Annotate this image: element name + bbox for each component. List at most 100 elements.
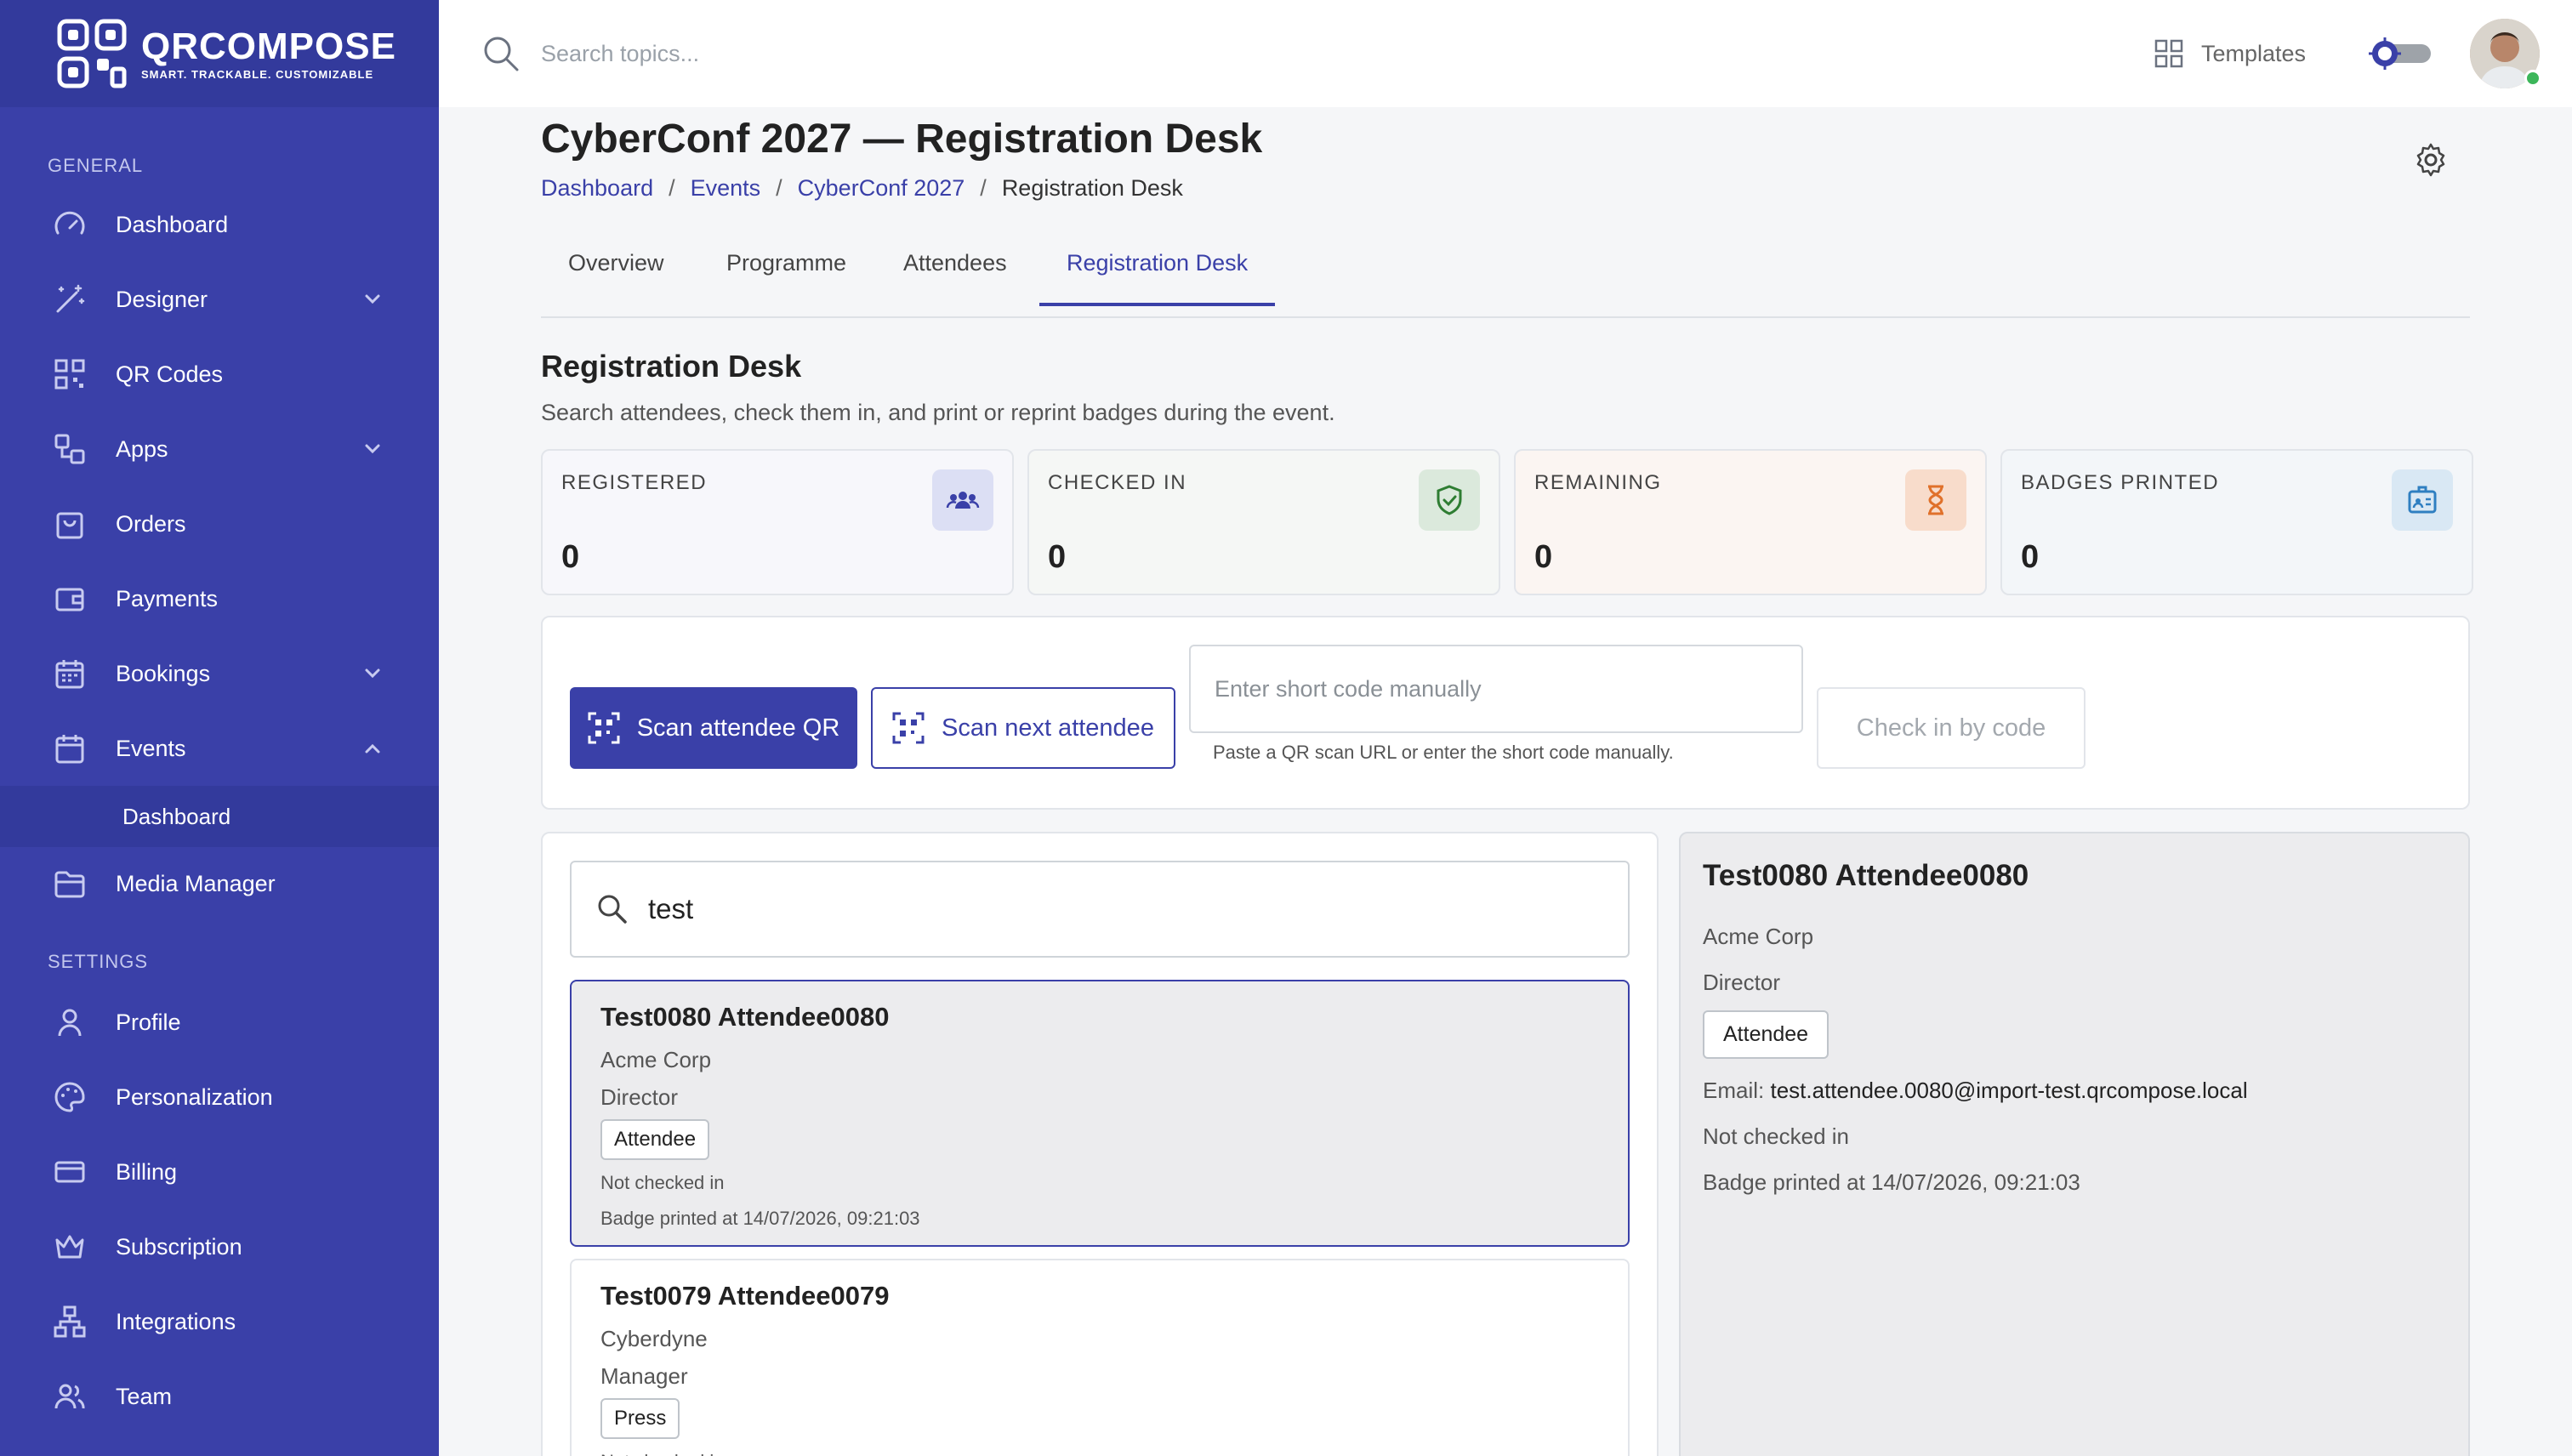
stat-value: 0 bbox=[561, 539, 580, 575]
attendee-name: Test0080 Attendee0080 bbox=[600, 1002, 890, 1032]
chevron-down-icon bbox=[365, 444, 380, 454]
topbar: Templates bbox=[439, 0, 2572, 107]
sidebar-item-label: Apps bbox=[116, 435, 168, 462]
sidebar-item-apps[interactable]: Apps bbox=[0, 415, 439, 483]
attendee-search[interactable] bbox=[570, 861, 1630, 958]
attendee-type-badge: Press bbox=[600, 1398, 680, 1439]
detail-email-value[interactable]: test.attendee.0080@import-test.qrcompose… bbox=[1770, 1078, 2247, 1103]
wallet-icon bbox=[55, 588, 84, 611]
qr-scan-icon bbox=[588, 712, 620, 744]
sidebar-item-media-manager[interactable]: Media Manager bbox=[0, 850, 439, 918]
breadcrumb-separator: / bbox=[669, 175, 675, 201]
attendee-company: Acme Corp bbox=[600, 1047, 712, 1072]
users-icon bbox=[932, 469, 993, 531]
stat-card-badges-printed: BADGES PRINTED 0 bbox=[2000, 449, 2473, 595]
brand[interactable]: QRCOMPOSE SMART. TRACKABLE. CUSTOMIZABLE bbox=[0, 0, 439, 107]
tab-attendees[interactable]: Attendees bbox=[876, 233, 1034, 306]
stat-card-checked-in: CHECKED IN 0 bbox=[1027, 449, 1500, 595]
sidebar-item-label: Billing bbox=[116, 1158, 178, 1185]
sidebar-item-label: Integrations bbox=[116, 1308, 236, 1334]
search-input[interactable] bbox=[541, 32, 1051, 75]
breadcrumb-current: Registration Desk bbox=[1001, 175, 1183, 201]
breadcrumb-events[interactable]: Events bbox=[691, 175, 761, 202]
magic-wand-icon bbox=[56, 284, 85, 313]
sidebar-item-designer[interactable]: Designer bbox=[0, 265, 439, 333]
templates-label: Templates bbox=[2201, 40, 2307, 66]
attendee-company: Cyberdyne bbox=[600, 1326, 708, 1351]
detail-company: Acme Corp bbox=[1703, 924, 1814, 949]
section-description: Search attendees, check them in, and pri… bbox=[541, 400, 1335, 425]
tab-programme[interactable]: Programme bbox=[699, 233, 873, 306]
tab-overview[interactable]: Overview bbox=[541, 233, 691, 306]
attendee-name: Test0079 Attendee0079 bbox=[600, 1281, 890, 1311]
detail-email-label: Email: bbox=[1703, 1078, 1765, 1103]
button-label: Scan next attendee bbox=[942, 714, 1154, 742]
sidebar-item-label: QR Codes bbox=[116, 361, 224, 387]
sidebar-item-bookings[interactable]: Bookings bbox=[0, 640, 439, 708]
online-status-indicator bbox=[2524, 70, 2541, 87]
attendee-card[interactable]: Test0080 Attendee0080 Acme Corp Director… bbox=[570, 980, 1630, 1247]
crown-icon bbox=[55, 1235, 84, 1259]
detail-name: Test0080 Attendee0080 bbox=[1703, 859, 2029, 892]
stat-label: REMAINING bbox=[1534, 471, 1662, 494]
sidebar-item-profile[interactable]: Profile bbox=[0, 988, 439, 1056]
credit-card-icon bbox=[54, 1161, 85, 1183]
hourglass-icon bbox=[1905, 469, 1966, 531]
scan-next-attendee-button[interactable]: Scan next attendee bbox=[871, 687, 1175, 769]
sidebar-item-team[interactable]: Team bbox=[0, 1362, 439, 1430]
tab-registration-desk[interactable]: Registration Desk bbox=[1039, 233, 1276, 306]
breadcrumb-separator: / bbox=[980, 175, 987, 201]
sidebar-item-qr-codes[interactable]: QR Codes bbox=[0, 340, 439, 408]
breadcrumb-dashboard[interactable]: Dashboard bbox=[541, 175, 653, 202]
qr-scan-icon bbox=[892, 712, 925, 744]
sidebar-item-label: Media Manager bbox=[116, 870, 276, 896]
short-code-hint: Paste a QR scan URL or enter the short c… bbox=[1213, 742, 1674, 763]
attendee-detail-panel: Test0080 Attendee0080 Acme Corp Director… bbox=[1679, 832, 2470, 1456]
attendee-checkin-status: Not checked in bbox=[600, 1172, 725, 1193]
apps-icon bbox=[54, 434, 85, 464]
brand-tagline: SMART. TRACKABLE. CUSTOMIZABLE bbox=[141, 67, 374, 81]
palette-icon bbox=[54, 1082, 85, 1112]
sidebar-item-dashboard[interactable]: Dashboard bbox=[0, 191, 439, 259]
stat-label: REGISTERED bbox=[561, 471, 708, 494]
attendee-checkin-status: Not checked in bbox=[600, 1444, 1599, 1456]
detail-email: Email: test.attendee.0080@import-test.qr… bbox=[1703, 1067, 2446, 1113]
attendee-role: Manager bbox=[600, 1363, 688, 1389]
theme-toggle[interactable] bbox=[2366, 37, 2434, 70]
brand-name: QRCOMPOSE bbox=[141, 25, 396, 67]
scan-attendee-qr-button[interactable]: Scan attendee QR bbox=[570, 687, 857, 769]
id-badge-icon bbox=[2392, 469, 2453, 531]
general-section-label: GENERAL bbox=[48, 155, 144, 176]
attendee-card[interactable]: Test0079 Attendee0079 Cyberdyne Manager … bbox=[570, 1259, 1630, 1456]
stat-value: 0 bbox=[1534, 539, 1553, 575]
sidebar-item-payments[interactable]: Payments bbox=[0, 565, 439, 633]
calendar-icon bbox=[55, 660, 84, 689]
sidebar-item-label: Dashboard bbox=[116, 211, 229, 237]
sidebar-item-integrations[interactable]: Integrations bbox=[0, 1288, 439, 1356]
search-icon bbox=[598, 895, 627, 924]
detail-type-badge: Attendee bbox=[1703, 1010, 1829, 1059]
sidebar-item-subscription[interactable]: Subscription bbox=[0, 1213, 439, 1281]
detail-role: Director bbox=[1703, 970, 1781, 995]
check-in-by-code-button[interactable]: Check in by code bbox=[1817, 687, 2085, 769]
short-code-input[interactable] bbox=[1189, 645, 1803, 733]
users-icon bbox=[54, 1384, 85, 1409]
sidebar-item-label: Events bbox=[116, 735, 186, 761]
sidebar-item-events[interactable]: Events bbox=[0, 714, 439, 782]
sidebar-item-label: Profile bbox=[116, 1009, 181, 1035]
shopping-bag-icon bbox=[56, 512, 83, 539]
sidebar-item-personalization[interactable]: Personalization bbox=[0, 1063, 439, 1131]
attendee-search-input[interactable] bbox=[648, 893, 1584, 925]
network-icon bbox=[54, 1305, 86, 1338]
sidebar-subitem-events-dashboard[interactable]: Dashboard bbox=[0, 786, 439, 847]
sidebar-item-label: Designer bbox=[116, 286, 208, 312]
sidebar-item-orders[interactable]: Orders bbox=[0, 490, 439, 558]
sidebar-item-label: Subscription bbox=[116, 1233, 242, 1260]
sidebar-item-billing[interactable]: Billing bbox=[0, 1138, 439, 1206]
qr-logo-icon bbox=[57, 19, 127, 88]
gear-icon[interactable] bbox=[2412, 141, 2450, 179]
stat-label: BADGES PRINTED bbox=[2021, 471, 2220, 494]
scan-panel: Scan attendee QR Scan next attendee Past… bbox=[541, 616, 2470, 810]
breadcrumb-event[interactable]: CyberConf 2027 bbox=[798, 175, 965, 202]
templates-button[interactable]: Templates bbox=[2154, 32, 2306, 75]
